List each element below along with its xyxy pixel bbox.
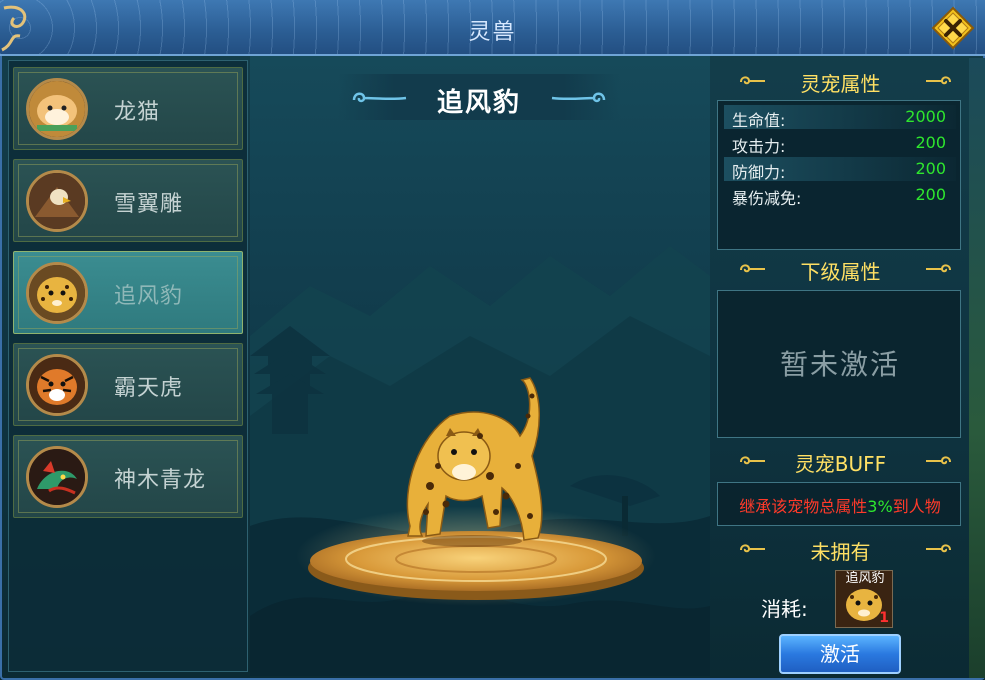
background-edge (969, 58, 985, 678)
attr-label: 攻击力: (732, 137, 786, 156)
tiger-avatar-icon (26, 354, 88, 416)
leopard-avatar-icon (26, 262, 88, 324)
pet-name: 追风豹 (114, 284, 184, 309)
attributes-header: 灵宠属性 (713, 62, 968, 98)
cost-label: 消耗: (761, 597, 808, 621)
ownership-header: 未拥有 (713, 530, 968, 566)
cost-item-count: 1 (879, 610, 889, 626)
buff-percent: 3% (867, 497, 893, 516)
pet-item-xueyidiao[interactable]: 雪翼雕 (13, 159, 243, 242)
attr-value: 200 (915, 133, 946, 152)
attr-value: 2000 (905, 107, 946, 126)
attr-label: 防御力: (732, 163, 786, 182)
pet-name: 霸天虎 (114, 376, 184, 401)
attr-row-crit-reduction: 暴伤减免: 200 (724, 183, 956, 208)
info-panel: 灵宠属性 生命值: 2000 攻击力: 200 防御力: 200 暴伤减免: 2… (713, 56, 968, 676)
landscape-background (250, 56, 710, 676)
attr-label: 暴伤减免: (732, 189, 802, 208)
pet-item-shenmuqinglong[interactable]: 神木青龙 (13, 435, 243, 518)
dragon-avatar-icon (26, 446, 88, 508)
title-bar: 灵兽 (0, 0, 985, 56)
buff-description: 继承该宠物总属性3%到人物 (739, 497, 941, 516)
window-title: 灵兽 (468, 20, 517, 45)
pet-item-zhuifengbao[interactable]: 追风豹 (13, 251, 243, 334)
close-icon[interactable] (931, 6, 975, 50)
attr-value: 200 (915, 159, 946, 178)
cost-item-slot[interactable]: 追风豹 1 (835, 570, 893, 628)
pet-name: 神木青龙 (114, 468, 207, 493)
attr-label: 生命值: (732, 111, 786, 130)
pet-item-batianhu[interactable]: 霸天虎 (13, 343, 243, 426)
cost-item-name: 追风豹 (845, 571, 885, 586)
attr-row-defense: 防御力: 200 (724, 157, 956, 182)
hamster-avatar-icon (26, 78, 88, 140)
buff-header: 灵宠BUFF (713, 442, 968, 478)
cloud-ornament-icon (926, 456, 951, 465)
activate-button[interactable]: 激活 (779, 634, 901, 674)
pet-item-longmao[interactable]: 龙猫 (13, 67, 243, 150)
attr-value: 200 (915, 185, 946, 204)
next-level-header: 下级属性 (713, 250, 968, 286)
pet-name-banner: 追风豹 (338, 74, 620, 120)
cloud-ornament-icon (926, 544, 951, 553)
buff-box: 继承该宠物总属性3%到人物 (717, 482, 961, 526)
next-level-box: 暂未激活 (717, 290, 961, 438)
cloud-ornament-right-icon (551, 92, 606, 103)
pet-stage: 追风豹 (250, 56, 710, 676)
eagle-avatar-icon (26, 170, 88, 232)
cloud-ornament-icon (926, 264, 951, 273)
pet-name: 雪翼雕 (114, 192, 184, 217)
attributes-box: 生命值: 2000 攻击力: 200 防御力: 200 暴伤减免: 200 (717, 100, 961, 250)
attr-row-hp: 生命值: 2000 (724, 105, 956, 130)
pet-list: 龙猫 雪翼雕 追风豹 霸天虎 神木青龙 (8, 60, 248, 672)
cloud-ornament-icon (926, 76, 951, 85)
pet-name: 龙猫 (114, 100, 161, 125)
attr-row-attack: 攻击力: 200 (724, 131, 956, 156)
inactive-status: 暂未激活 (779, 348, 900, 381)
